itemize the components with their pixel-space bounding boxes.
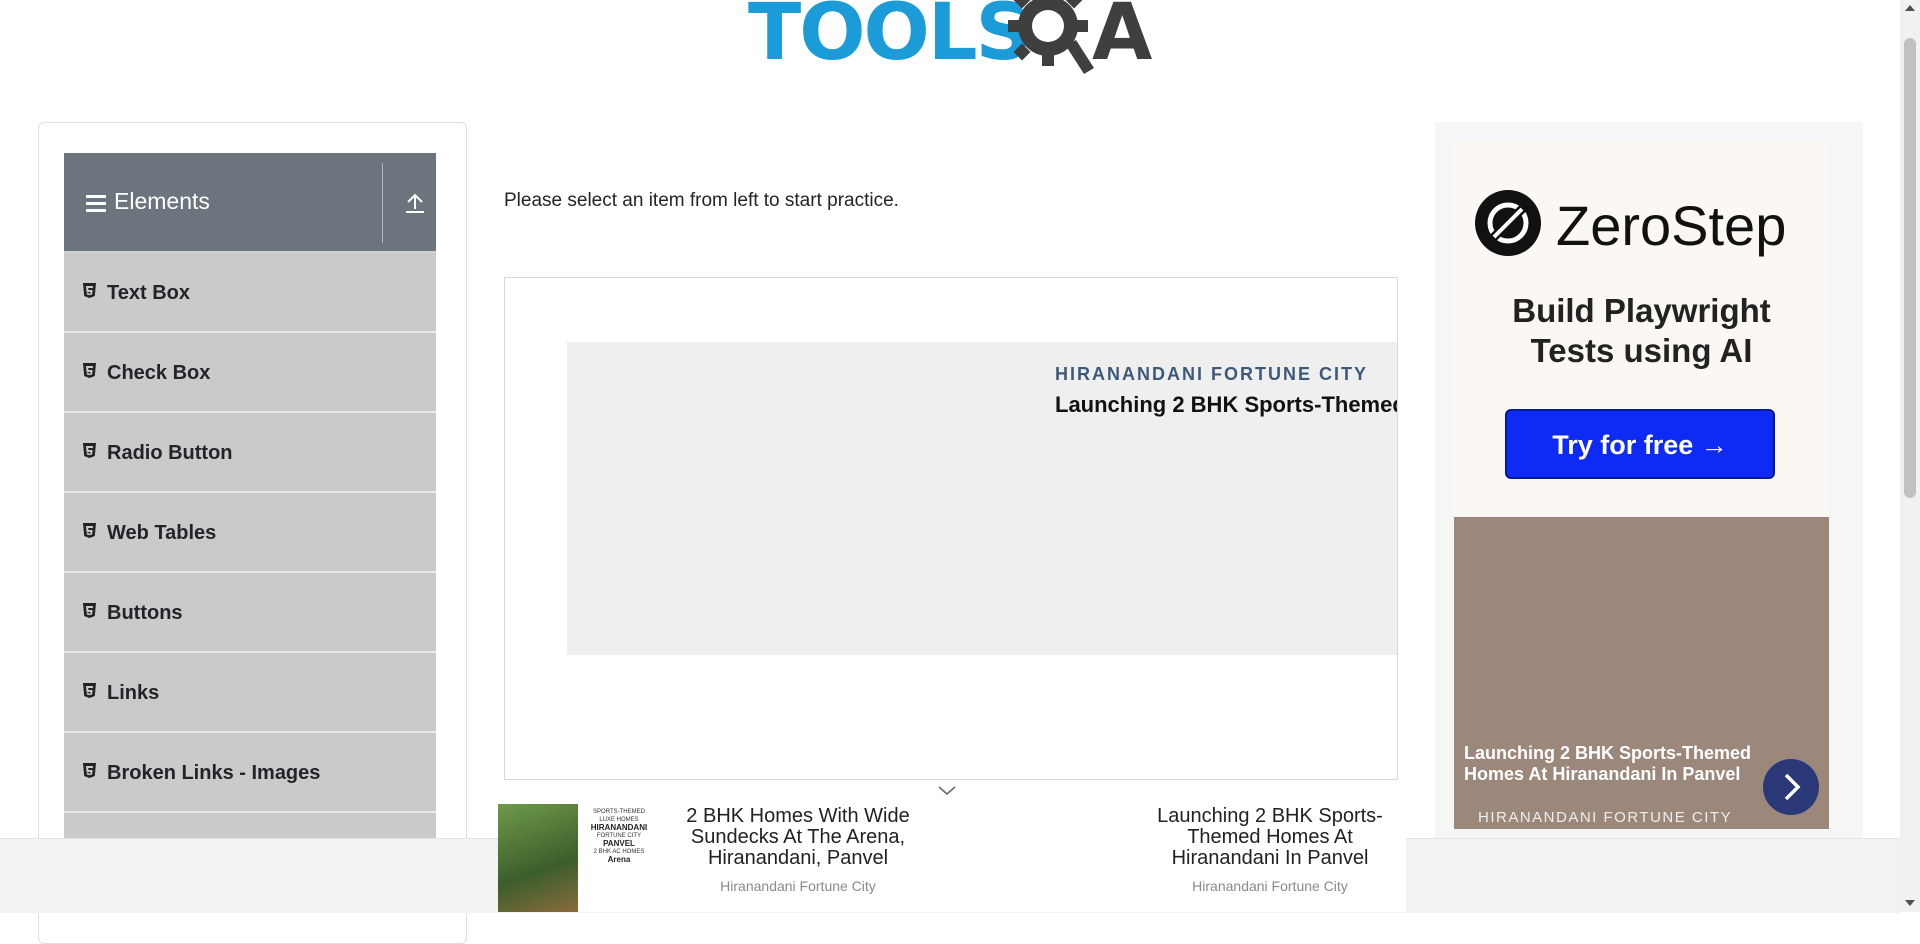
zerostep-tagline: Build Playwright Tests using AI: [1454, 291, 1829, 371]
menu-item-label: Web Tables: [107, 522, 217, 544]
chevron-down-icon[interactable]: [938, 786, 956, 796]
html5-icon: [83, 603, 96, 618]
ad-thumbnail-image[interactable]: SPORTS-THEMED LUXE HOMES HIRANANDANI FOR…: [498, 804, 660, 912]
logo-text-end: A: [1092, 0, 1153, 78]
ad-banner[interactable]: HIRANANDANI FORTUNE CITY Launching 2 BHK…: [567, 342, 1397, 655]
item-title-line: Hiranandani, Panvel: [707, 847, 889, 869]
html5-icon: [83, 523, 96, 538]
group-title: Elements: [114, 188, 210, 214]
gear-magnifier-icon: [1008, 0, 1094, 74]
menu-item-label: Links: [107, 682, 160, 704]
item-title-line: Launching 2 BHK Sports-: [1157, 805, 1383, 827]
header-divider: [382, 163, 383, 243]
menu-item-web-tables[interactable]: Web Tables: [64, 493, 436, 573]
scroll-up-arrow-icon[interactable]: [1905, 5, 1915, 11]
html5-icon: [83, 683, 96, 698]
item-title-line: Themed Homes At: [1187, 826, 1353, 848]
html5-icon: [83, 443, 96, 458]
zerostep-logo-text: ZeroStep: [1556, 194, 1787, 257]
ad-headline[interactable]: Launching 2 BHK Sports-Themed H: [1055, 392, 1397, 418]
photo-ad-brand: HIRANANDANI FORTUNE CITY: [1478, 809, 1733, 826]
bottom-ad-item-1-source: Hiranandani Fortune City: [720, 878, 876, 894]
collapse-arrow-icon[interactable]: [404, 191, 426, 215]
ad-brand: HIRANANDANI FORTUNE CITY: [1055, 364, 1368, 384]
zerostep-logo-icon: [1475, 190, 1541, 256]
menu-item-label: Radio Button: [107, 442, 233, 464]
thumb-line: HIRANANDANI: [590, 823, 648, 832]
menu-item-radio-button[interactable]: Radio Button: [64, 413, 436, 493]
elements-group-header[interactable]: Elements: [64, 153, 436, 253]
menu-item-check-box[interactable]: Check Box: [64, 333, 436, 413]
html5-icon: [83, 283, 96, 298]
photo-ad-caption[interactable]: Launching 2 BHK Sports-Themed Homes At H…: [1464, 743, 1764, 785]
bottom-ad-item-2-source: Hiranandani Fortune City: [1192, 878, 1348, 894]
scrollbar-thumb[interactable]: [1904, 38, 1916, 498]
menu-item-broken-links[interactable]: Broken Links - Images: [64, 733, 436, 813]
menu-item-label: Broken Links - Images: [107, 762, 321, 784]
instruction-text: Please select an item from left to start…: [504, 190, 899, 211]
thumb-line: PANVEL: [603, 839, 635, 848]
menu-item-label: Text Box: [107, 282, 190, 304]
html5-icon: [83, 763, 96, 778]
bottom-ad-item-2[interactable]: Launching 2 BHK Sports- Themed Homes At …: [1120, 806, 1420, 869]
thumb-line: SPORTS-THEMED: [593, 809, 645, 815]
tagline-line-2: Tests using AI: [1530, 332, 1753, 369]
site-logo[interactable]: TOOLS A: [748, 0, 1158, 80]
next-arrow-button[interactable]: [1763, 759, 1819, 815]
scroll-down-arrow-icon[interactable]: [1905, 900, 1915, 906]
thumb-line: Arena: [607, 855, 631, 864]
tagline-line-1: Build Playwright: [1512, 292, 1771, 329]
html5-icon: [83, 363, 96, 378]
chevron-right-icon: [1784, 773, 1801, 801]
ad-frame[interactable]: HIRANANDANI FORTUNE CITY Launching 2 BHK…: [504, 277, 1398, 780]
menu-item-text-box[interactable]: Text Box: [64, 253, 436, 333]
bottom-ad[interactable]: SPORTS-THEMED LUXE HOMES HIRANANDANI FOR…: [498, 802, 1406, 912]
bottom-ad-item-1[interactable]: 2 BHK Homes With Wide Sundecks At The Ar…: [668, 806, 928, 869]
zerostep-ad[interactable]: ZeroStep Build Playwright Tests using AI…: [1454, 141, 1829, 517]
try-for-free-button[interactable]: Try for free →: [1505, 409, 1775, 479]
thumbnail-aerial-photo: [498, 804, 578, 912]
menu-item-buttons[interactable]: Buttons: [64, 573, 436, 653]
item-title-line: Sundecks At The Arena,: [690, 826, 906, 848]
menu-item-links[interactable]: Links: [64, 653, 436, 733]
item-title-line: Hiranandani In Panvel: [1171, 847, 1369, 869]
item-title-line: 2 BHK Homes With Wide: [686, 805, 910, 827]
hamburger-icon: [86, 195, 106, 213]
menu-item-label: Check Box: [107, 362, 211, 384]
elements-menu: Text Box Check Box Radio Button Web Tabl…: [64, 253, 436, 893]
thumbnail-label: SPORTS-THEMED LUXE HOMES HIRANANDANI FOR…: [578, 804, 660, 912]
menu-item-label: Buttons: [107, 602, 183, 624]
logo-text: TOOLS: [748, 0, 1032, 78]
photo-ad-card[interactable]: Launching 2 BHK Sports-Themed Homes At H…: [1454, 517, 1829, 829]
